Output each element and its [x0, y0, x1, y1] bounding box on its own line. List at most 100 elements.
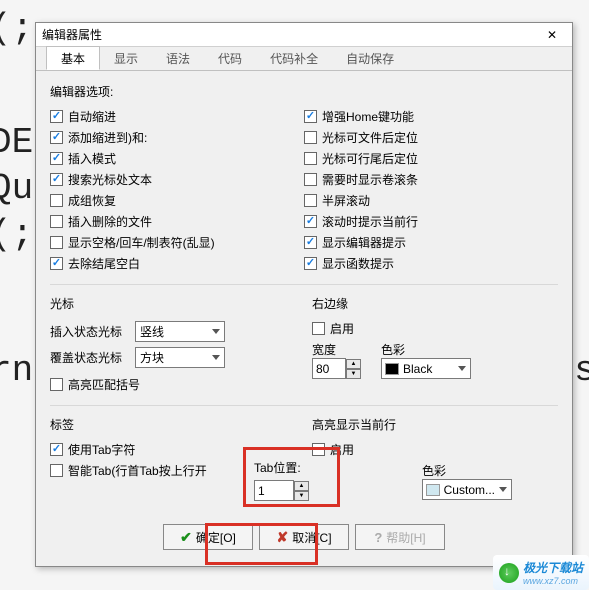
btn-label: 取消[C] — [292, 529, 331, 546]
cancel-button[interactable]: ✘取消[C] — [259, 524, 349, 550]
tab-content: 编辑器选项: 自动缩进 添加缩进到)和: 插入模式 搜索光标处文本 成组恢复 插… — [36, 71, 572, 500]
chk-insert-deleted[interactable] — [50, 215, 63, 228]
chk-label: 插入模式 — [68, 150, 116, 167]
select-value: Custom... — [444, 483, 495, 497]
chk-show-whitespace[interactable] — [50, 236, 63, 249]
chk-label: 自动缩进 — [68, 108, 116, 125]
bg-code-text: Qu — [0, 168, 33, 209]
tab-code[interactable]: 代码 — [204, 47, 256, 70]
chk-show-current-line[interactable] — [304, 215, 317, 228]
titlebar: 编辑器属性 ✕ — [36, 23, 572, 47]
options-label: 编辑器选项: — [50, 83, 558, 100]
chk-label: 光标可行尾后定位 — [322, 150, 418, 167]
tab-completion[interactable]: 代码补全 — [256, 47, 332, 70]
question-icon: ? — [374, 530, 382, 545]
x-icon: ✘ — [276, 529, 288, 546]
divider — [50, 284, 558, 285]
margin-color-label: 色彩 — [381, 341, 471, 358]
dialog-title: 编辑器属性 — [42, 26, 102, 43]
select-value: Black — [403, 362, 432, 376]
close-icon: ✕ — [547, 28, 557, 42]
highlight-color-select[interactable]: Custom... — [422, 479, 512, 500]
chk-cursor-past-eof[interactable] — [304, 131, 317, 144]
tab-autosave[interactable]: 自动保存 — [332, 47, 408, 70]
input-value: 80 — [316, 362, 329, 376]
close-button[interactable]: ✕ — [538, 25, 566, 45]
spin-up-icon[interactable]: ▲ — [294, 481, 309, 491]
color-swatch-icon — [426, 484, 440, 496]
tab-pos-input[interactable]: 1 — [254, 480, 294, 501]
chk-label: 显示空格/回车/制表符(乱显) — [68, 234, 215, 251]
tab-basic[interactable]: 基本 — [46, 46, 100, 70]
margin-color-select[interactable]: Black — [381, 358, 471, 379]
logo-url: www.xz7.com — [523, 576, 583, 586]
margin-group-label: 右边缘 — [312, 295, 558, 312]
watermark-logo: 极光下载站 www.xz7.com — [493, 555, 589, 590]
chk-function-hints[interactable] — [304, 257, 317, 270]
bg-code-text: (; — [0, 214, 33, 255]
bg-code-text: rn — [0, 350, 33, 391]
chk-label: 增强Home键功能 — [322, 108, 414, 125]
bg-code-text: (; — [0, 8, 33, 49]
tab-strip: 基本 显示 语法 代码 代码补全 自动保存 — [36, 47, 572, 71]
options-right-col: 增强Home键功能 光标可文件后定位 光标可行尾后定位 需要时显示卷滚条 半屏滚… — [304, 106, 558, 274]
spin-down-icon[interactable]: ▼ — [294, 491, 309, 501]
check-icon: ✔ — [180, 529, 192, 546]
chk-label: 搜索光标处文本 — [68, 171, 152, 188]
btn-label: 确定[O] — [196, 529, 236, 546]
spin-up-icon[interactable]: ▲ — [346, 359, 361, 369]
download-icon — [499, 563, 519, 583]
highlight-color-label: 色彩 — [422, 462, 512, 479]
chk-group-undo[interactable] — [50, 194, 63, 207]
chk-search-cursor[interactable] — [50, 173, 63, 186]
chk-insert-mode[interactable] — [50, 152, 63, 165]
chk-editor-hints[interactable] — [304, 236, 317, 249]
chk-smart-tab[interactable] — [50, 464, 63, 477]
chk-use-tab-char[interactable] — [50, 443, 63, 456]
chk-cursor-past-eol[interactable] — [304, 152, 317, 165]
chk-label: 需要时显示卷滚条 — [322, 171, 418, 188]
tab-pos-label: Tab位置: — [254, 459, 309, 476]
tab-syntax[interactable]: 语法 — [152, 47, 204, 70]
chk-half-page-scroll[interactable] — [304, 194, 317, 207]
chk-label: 启用 — [330, 441, 354, 458]
tab-display[interactable]: 显示 — [100, 47, 152, 70]
chk-label: 滚动时提示当前行 — [322, 213, 418, 230]
btn-label: 帮助[H] — [386, 529, 425, 546]
chk-label: 去除结尾空白 — [68, 255, 140, 272]
cursor-group-label: 光标 — [50, 295, 296, 312]
margin-width-input[interactable]: 80 — [312, 358, 346, 379]
chk-label: 使用Tab字符 — [68, 441, 135, 458]
chk-label: 显示函数提示 — [322, 255, 394, 272]
select-value: 方块 — [140, 349, 164, 366]
chk-add-indent[interactable] — [50, 131, 63, 144]
options-left-col: 自动缩进 添加缩进到)和: 插入模式 搜索光标处文本 成组恢复 插入删除的文件 … — [50, 106, 304, 274]
insert-cursor-select[interactable]: 竖线 — [135, 321, 225, 342]
chk-enhanced-home[interactable] — [304, 110, 317, 123]
insert-cursor-label: 插入状态光标 — [50, 323, 135, 340]
chk-label: 光标可文件后定位 — [322, 129, 418, 146]
input-value: 1 — [258, 484, 265, 498]
chk-label: 高亮匹配括号 — [68, 376, 140, 393]
chk-auto-indent[interactable] — [50, 110, 63, 123]
color-swatch-icon — [385, 363, 399, 375]
chk-margin-enable[interactable] — [312, 322, 325, 335]
chk-label: 半屏滚动 — [322, 192, 370, 209]
tab-group-label: 标签 — [50, 416, 296, 433]
chk-label: 显示编辑器提示 — [322, 234, 406, 251]
margin-width-label: 宽度 — [312, 341, 361, 358]
chk-trim-trailing[interactable] — [50, 257, 63, 270]
chk-label: 插入删除的文件 — [68, 213, 152, 230]
divider — [50, 405, 558, 406]
chk-label: 智能Tab(行首Tab按上行开 — [68, 462, 207, 479]
chk-highlight-brackets[interactable] — [50, 378, 63, 391]
over-cursor-label: 覆盖状态光标 — [50, 349, 135, 366]
ok-button[interactable]: ✔确定[O] — [163, 524, 253, 550]
chk-highlight-enable[interactable] — [312, 443, 325, 456]
chk-scrollbars-when-needed[interactable] — [304, 173, 317, 186]
spin-down-icon[interactable]: ▼ — [346, 369, 361, 379]
highlight-group-label: 高亮显示当前行 — [312, 416, 558, 433]
over-cursor-select[interactable]: 方块 — [135, 347, 225, 368]
chk-label: 添加缩进到)和: — [68, 129, 147, 146]
help-button[interactable]: ? 帮助[H] — [355, 524, 445, 550]
